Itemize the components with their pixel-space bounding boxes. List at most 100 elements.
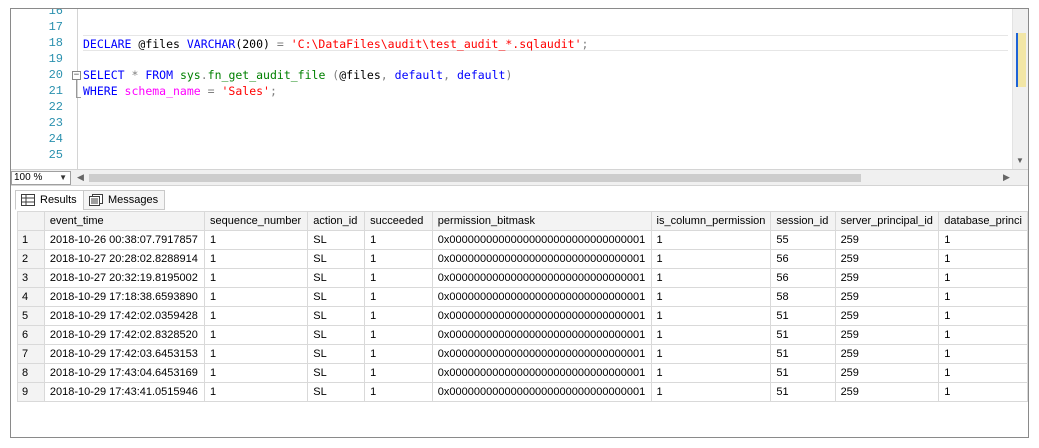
table-cell[interactable]: 51	[770, 382, 836, 402]
code-line[interactable]	[83, 19, 1008, 35]
table-cell[interactable]: 1	[650, 249, 772, 269]
column-header[interactable]: is_column_permission	[650, 211, 772, 231]
table-cell[interactable]: 1	[650, 287, 772, 307]
column-header[interactable]: event_time	[43, 211, 206, 231]
table-row[interactable]: 8 2018-10-29 17:43:04.6453169 1 SL 1 0x000000…	[17, 363, 1028, 383]
table-row[interactable]: 6 2018-10-29 17:42:02.8328520 1 SL 1 0x000000…	[17, 325, 1028, 345]
table-cell[interactable]: 1	[364, 306, 433, 326]
table-cell[interactable]: 1	[204, 325, 309, 345]
table-cell[interactable]: 2018-10-29 17:42:03.6453153	[43, 344, 206, 364]
table-cell[interactable]: 51	[770, 363, 836, 383]
table-cell[interactable]: 1	[938, 363, 1028, 383]
row-number[interactable]: 1	[17, 230, 45, 250]
table-cell[interactable]: 1	[364, 230, 433, 250]
table-cell[interactable]: 1	[650, 230, 772, 250]
row-number[interactable]: 6	[17, 325, 45, 345]
code-line[interactable]: SELECT * FROM sys.fn_get_audit_file (@fi…	[83, 67, 1008, 83]
table-cell[interactable]: 1	[364, 363, 433, 383]
column-header[interactable]: sequence_number	[204, 211, 309, 231]
table-cell[interactable]: 1	[650, 344, 772, 364]
table-cell[interactable]: 1	[938, 382, 1028, 402]
table-cell[interactable]: 1	[938, 325, 1028, 345]
table-cell[interactable]: 1	[364, 249, 433, 269]
table-cell[interactable]: 58	[770, 287, 836, 307]
table-cell[interactable]: 259	[834, 363, 940, 383]
table-row[interactable]: 1 2018-10-26 00:38:07.7917857 1 SL 1 0x000000…	[17, 230, 1028, 250]
table-cell[interactable]: SL	[307, 268, 366, 288]
table-cell[interactable]: 1	[364, 344, 433, 364]
table-cell[interactable]: 259	[834, 230, 940, 250]
table-cell[interactable]: 1	[204, 306, 309, 326]
table-cell[interactable]: 2018-10-29 17:42:02.8328520	[43, 325, 206, 345]
table-row[interactable]: 5 2018-10-29 17:42:02.0359428 1 SL 1 0x000000…	[17, 306, 1028, 326]
table-cell[interactable]: 2018-10-27 20:28:02.8288914	[43, 249, 206, 269]
code-line[interactable]	[83, 147, 1008, 163]
table-cell[interactable]: 0x00000000000000000000000000000001	[431, 363, 652, 383]
table-cell[interactable]: 2018-10-29 17:42:02.0359428	[43, 306, 206, 326]
table-row[interactable]: 3 2018-10-27 20:32:19.8195002 1 SL 1 0x000000…	[17, 268, 1028, 288]
zoom-dropdown[interactable]: 100 % ▼	[11, 171, 71, 185]
table-cell[interactable]: 51	[770, 306, 836, 326]
table-cell[interactable]: 0x00000000000000000000000000000001	[431, 306, 652, 326]
table-cell[interactable]: 0x00000000000000000000000000000001	[431, 382, 652, 402]
column-header[interactable]: permission_bitmask	[431, 211, 652, 231]
table-cell[interactable]: SL	[307, 287, 366, 307]
table-cell[interactable]: SL	[307, 382, 366, 402]
table-row[interactable]: 2 2018-10-27 20:28:02.8288914 1 SL 1 0x000000…	[17, 249, 1028, 269]
table-cell[interactable]: SL	[307, 344, 366, 364]
scroll-down-arrow-icon[interactable]: ▼	[1016, 156, 1024, 165]
table-cell[interactable]: 1	[364, 268, 433, 288]
query-editor[interactable]: 16 17 18 19 20 21 22 23 24 25 − DECLARE @files VA…	[11, 9, 1028, 169]
table-cell[interactable]: 0x00000000000000000000000000000001	[431, 268, 652, 288]
row-number[interactable]: 8	[17, 363, 45, 383]
table-cell[interactable]: 1	[364, 382, 433, 402]
table-cell[interactable]: 1	[364, 287, 433, 307]
column-header[interactable]: database_princi	[938, 211, 1028, 231]
column-header[interactable]: action_id	[307, 211, 366, 231]
table-cell[interactable]: 56	[770, 268, 836, 288]
table-cell[interactable]: 2018-10-29 17:43:41.0515946	[43, 382, 206, 402]
table-cell[interactable]: 1	[204, 363, 309, 383]
table-cell[interactable]: 1	[650, 268, 772, 288]
scroll-left-arrow-icon[interactable]: ◀	[77, 172, 84, 183]
table-cell[interactable]: 1	[938, 306, 1028, 326]
row-number[interactable]: 4	[17, 287, 45, 307]
table-cell[interactable]: 0x00000000000000000000000000000001	[431, 230, 652, 250]
code-line[interactable]	[83, 115, 1008, 131]
row-number[interactable]: 2	[17, 249, 45, 269]
row-number[interactable]: 5	[17, 306, 45, 326]
table-cell[interactable]: 259	[834, 268, 940, 288]
table-cell[interactable]: 2018-10-29 17:43:04.6453169	[43, 363, 206, 383]
table-cell[interactable]: 2018-10-29 17:18:38.6593890	[43, 287, 206, 307]
table-cell[interactable]: 0x00000000000000000000000000000001	[431, 325, 652, 345]
table-cell[interactable]: 1	[938, 249, 1028, 269]
table-cell[interactable]: 1	[204, 230, 309, 250]
table-cell[interactable]: 259	[834, 287, 940, 307]
table-cell[interactable]: 1	[650, 325, 772, 345]
code-line[interactable]: DECLARE @files VARCHAR(200) = 'C:\DataFi…	[83, 35, 1008, 51]
table-cell[interactable]: 0x00000000000000000000000000000001	[431, 344, 652, 364]
horizontal-scroll-thumb[interactable]	[89, 174, 861, 182]
code-line[interactable]	[83, 99, 1008, 115]
table-cell[interactable]: 259	[834, 249, 940, 269]
table-cell[interactable]: 1	[204, 382, 309, 402]
table-cell[interactable]: 1	[938, 287, 1028, 307]
table-row[interactable]: 4 2018-10-29 17:18:38.6593890 1 SL 1 0x000000…	[17, 287, 1028, 307]
table-cell[interactable]: 2018-10-27 20:32:19.8195002	[43, 268, 206, 288]
tab-messages[interactable]: Messages	[83, 190, 166, 210]
results-grid[interactable]: event_time sequence_number action_id succee…	[17, 211, 1028, 437]
row-number[interactable]: 9	[17, 382, 45, 402]
table-cell[interactable]: 259	[834, 325, 940, 345]
table-cell[interactable]: 56	[770, 249, 836, 269]
table-cell[interactable]: 1	[204, 249, 309, 269]
table-cell[interactable]: 1	[204, 268, 309, 288]
code-line[interactable]	[83, 9, 1008, 19]
table-cell[interactable]: 1	[364, 325, 433, 345]
table-cell[interactable]: 0x00000000000000000000000000000001	[431, 287, 652, 307]
column-header[interactable]: succeeded	[364, 211, 433, 231]
row-number[interactable]: 3	[17, 268, 45, 288]
column-header[interactable]: server_principal_id	[834, 211, 940, 231]
collapse-toggle-icon[interactable]: −	[72, 71, 81, 80]
table-cell[interactable]: 1	[204, 344, 309, 364]
table-cell[interactable]: 1	[938, 230, 1028, 250]
